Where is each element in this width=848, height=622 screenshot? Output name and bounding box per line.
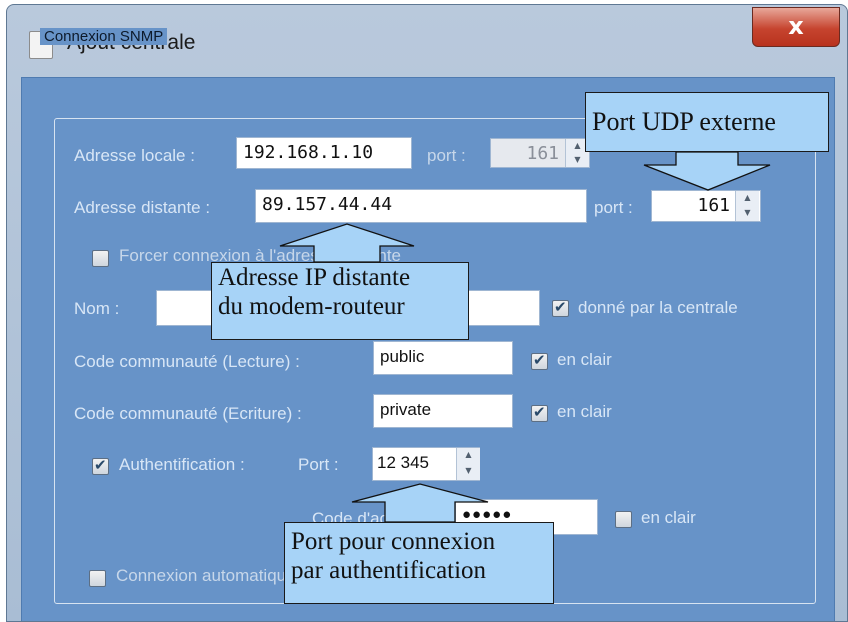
remote-ip-callout-line2: du modem-routeur <box>218 293 405 320</box>
remote-ip-callout-line1: Adresse IP distante <box>218 264 411 291</box>
remote-ip-callout: Adresse IP distante du modem-routeur <box>211 262 469 340</box>
auth-port-callout-line2: par authentification <box>291 557 487 584</box>
auth-arrow <box>351 483 489 523</box>
udp-arrow <box>643 151 771 191</box>
auth-port-callout-line1: Port pour connexion <box>291 528 496 555</box>
udp-port-callout: Port UDP externe <box>585 92 829 152</box>
ip-arrow <box>279 223 415 263</box>
auth-port-callout: Port pour connexion par authentification <box>284 522 554 604</box>
